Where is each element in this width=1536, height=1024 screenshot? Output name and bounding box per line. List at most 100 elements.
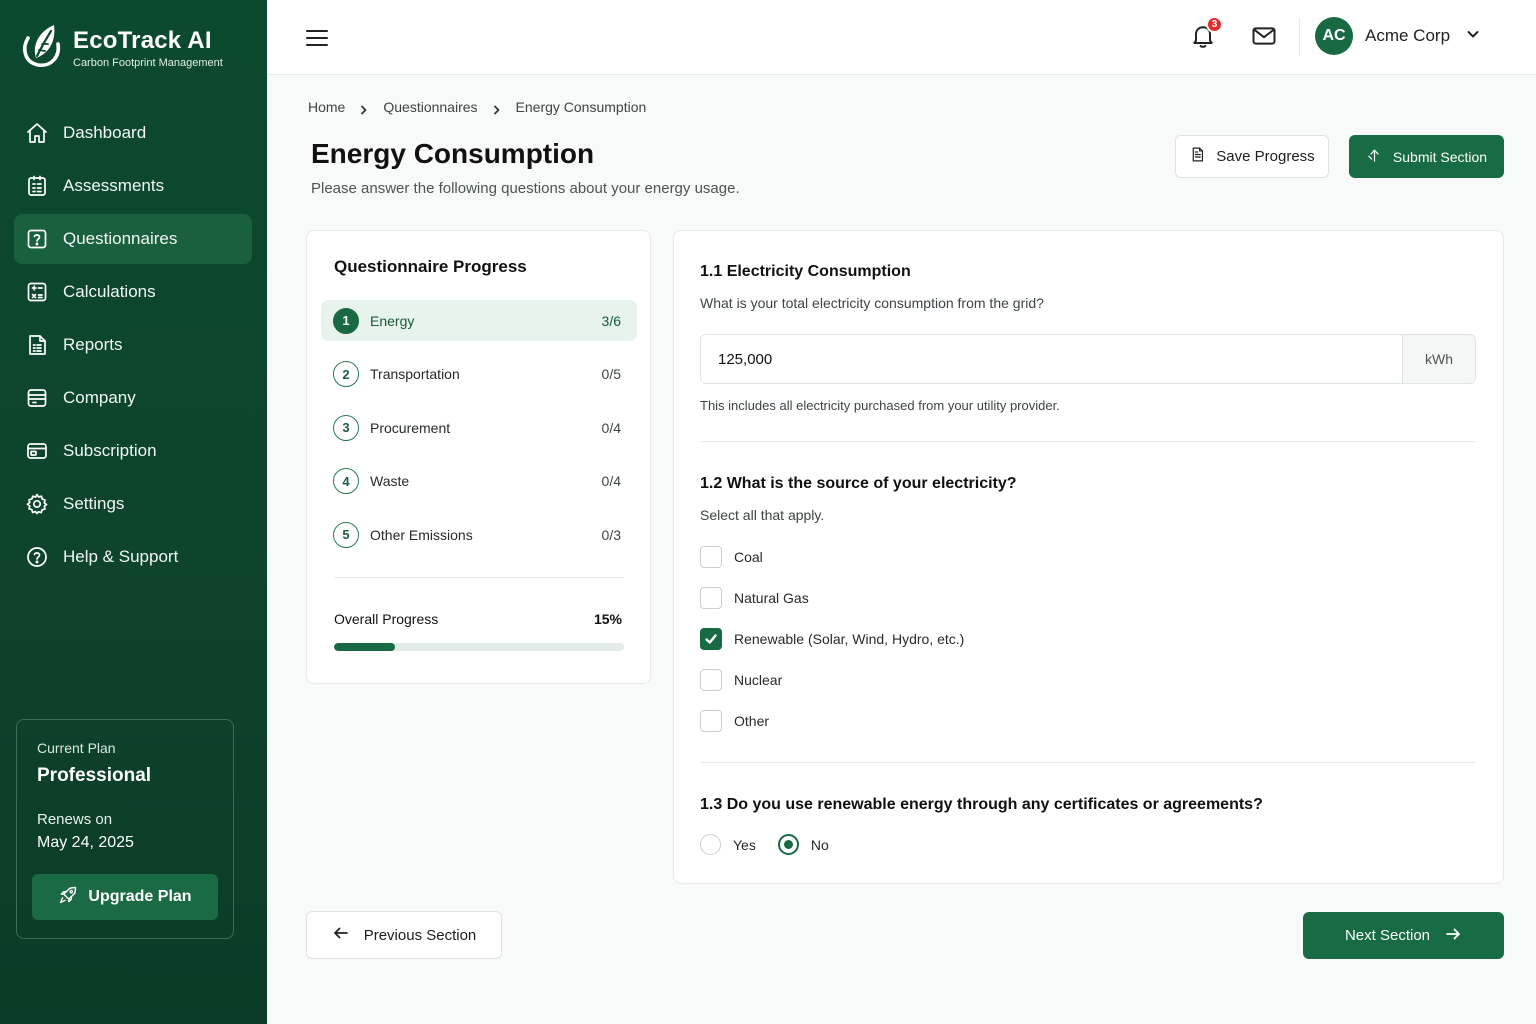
plan-label: Current Plan: [37, 740, 116, 756]
sidebar: EcoTrack AI Carbon Footprint Management …: [0, 0, 267, 1024]
radio-selected[interactable]: [777, 834, 799, 855]
sidebar-item-settings[interactable]: Settings: [14, 479, 252, 529]
option-nuclear[interactable]: Nuclear: [700, 668, 964, 691]
checkbox[interactable]: [700, 668, 722, 691]
user-name: Acme Corp: [1365, 26, 1451, 45]
sidebar-item-label: Settings: [63, 494, 125, 513]
divider: [700, 762, 1476, 763]
question-2-title: 1.2 What is the source of your electrici…: [700, 475, 1017, 492]
step-count: 0/3: [601, 526, 621, 543]
sidebar-item-dashboard[interactable]: Dashboard: [14, 108, 252, 158]
overall-progress-fill: [334, 643, 395, 651]
gear-icon: [24, 491, 50, 517]
check-icon: [705, 633, 717, 644]
menu-icon[interactable]: [303, 24, 331, 52]
upgrade-plan-button[interactable]: Upgrade Plan: [32, 874, 218, 920]
option-renewable[interactable]: Renewable (Solar, Wind, Hydro, etc.): [700, 627, 964, 650]
sidebar-item-company[interactable]: Company: [14, 373, 252, 423]
option-label: Nuclear: [734, 671, 783, 688]
checkbox[interactable]: [700, 545, 722, 568]
plan-renews-date: May 24, 2025: [37, 834, 134, 851]
question-1-prompt: What is your total electricity consumpti…: [700, 295, 1044, 311]
sidebar-nav: Dashboard Assessments Questionnaires Cal…: [14, 108, 252, 585]
save-progress-button[interactable]: Save Progress: [1175, 135, 1329, 178]
sidebar-item-label: Reports: [63, 335, 123, 354]
checkbox[interactable]: [700, 709, 722, 732]
sidebar-item-help[interactable]: Help & Support: [14, 532, 252, 582]
questionnaire-progress-card: Questionnaire Progress 1 Energy 3/6 2 Tr…: [306, 230, 651, 684]
step-other-emissions[interactable]: 5 Other Emissions 0/3: [321, 514, 637, 555]
step-number: 5: [333, 521, 359, 548]
radio[interactable]: [700, 834, 721, 855]
breadcrumb-questionnaires[interactable]: Questionnaires: [383, 99, 477, 115]
option-label: Natural Gas: [734, 589, 809, 606]
sidebar-item-label: Company: [63, 388, 136, 407]
option-coal[interactable]: Coal: [700, 545, 964, 568]
previous-section-button[interactable]: Previous Section: [306, 911, 502, 959]
sidebar-item-questionnaires[interactable]: Questionnaires: [14, 214, 252, 264]
chevron-right-icon: [359, 102, 369, 115]
option-other[interactable]: Other: [700, 709, 964, 732]
checkbox-checked[interactable]: [700, 627, 722, 650]
chevron-right-icon: [492, 102, 502, 115]
option-no[interactable]: No: [777, 834, 829, 855]
option-label: No: [810, 836, 829, 853]
electricity-source-options: Coal Natural Gas Renewable (Solar, Wind,…: [700, 545, 964, 750]
sidebar-item-label: Assessments: [63, 176, 165, 195]
option-label: Other: [734, 712, 770, 729]
sidebar-item-label: Questionnaires: [63, 229, 178, 248]
step-procurement[interactable]: 3 Procurement 0/4: [321, 407, 637, 448]
building-icon: [24, 385, 50, 411]
divider: [700, 441, 1476, 442]
sidebar-item-calculations[interactable]: Calculations: [14, 267, 252, 317]
option-label: Yes: [733, 836, 756, 853]
question-1-title: 1.1 Electricity Consumption: [700, 263, 911, 280]
topbar-divider: [1299, 18, 1300, 56]
breadcrumb-current: Energy Consumption: [515, 99, 647, 115]
messages-button[interactable]: [1250, 22, 1280, 52]
bell-icon: [1189, 26, 1217, 54]
step-label: Energy: [370, 312, 415, 329]
arrow-left-icon: [332, 924, 364, 946]
next-section-label: Next Section: [1344, 927, 1431, 944]
page-subtitle: Please answer the following questions ab…: [311, 180, 740, 197]
notification-badge: 3: [1206, 16, 1223, 33]
brand[interactable]: EcoTrack AI Carbon Footprint Management: [18, 20, 223, 75]
electricity-consumption-input[interactable]: [701, 335, 1402, 383]
breadcrumb: Home Questionnaires Energy Consumption: [308, 99, 646, 115]
sidebar-item-assessments[interactable]: Assessments: [14, 161, 252, 211]
user-menu[interactable]: AC Acme Corp: [1315, 17, 1480, 55]
step-number: 4: [333, 468, 359, 494]
step-energy[interactable]: 1 Energy 3/6: [321, 300, 637, 341]
brand-tagline: Carbon Footprint Management: [73, 56, 223, 69]
help-circle-icon: [24, 544, 50, 570]
notifications-button[interactable]: 3: [1189, 16, 1223, 54]
breadcrumb-home[interactable]: Home: [308, 99, 345, 115]
sidebar-item-subscription[interactable]: Subscription: [14, 426, 252, 476]
overall-progress-value: 15%: [593, 611, 622, 627]
progress-title: Questionnaire Progress: [334, 257, 527, 276]
option-natural-gas[interactable]: Natural Gas: [700, 586, 964, 609]
checkbox[interactable]: [700, 586, 722, 609]
step-label: Procurement: [370, 419, 451, 436]
submit-section-button[interactable]: Submit Section: [1349, 135, 1504, 178]
rocket-icon: [58, 885, 88, 910]
sidebar-item-reports[interactable]: Reports: [14, 320, 252, 370]
brand-name: EcoTrack AI: [73, 26, 212, 54]
plan-renews-label: Renews on: [37, 811, 113, 828]
unit-label: kWh: [1402, 335, 1475, 383]
step-label: Transportation: [370, 366, 460, 382]
option-yes[interactable]: Yes: [700, 834, 756, 855]
sidebar-item-label: Dashboard: [63, 123, 147, 142]
next-section-button[interactable]: Next Section: [1303, 912, 1504, 959]
step-transportation[interactable]: 2 Transportation 0/5: [321, 354, 637, 395]
send-icon: [1366, 147, 1393, 167]
plan-card: Current Plan Professional Renews on May …: [16, 719, 234, 939]
sidebar-item-label: Subscription: [63, 441, 157, 460]
overall-progress-bar: [334, 643, 624, 651]
option-label: Renewable (Solar, Wind, Hydro, etc.): [734, 630, 965, 647]
step-count: 0/5: [601, 366, 621, 382]
step-waste[interactable]: 4 Waste 0/4: [321, 461, 637, 502]
question-3-title: 1.3 Do you use renewable energy through …: [700, 796, 1263, 813]
card-icon: [24, 438, 50, 464]
